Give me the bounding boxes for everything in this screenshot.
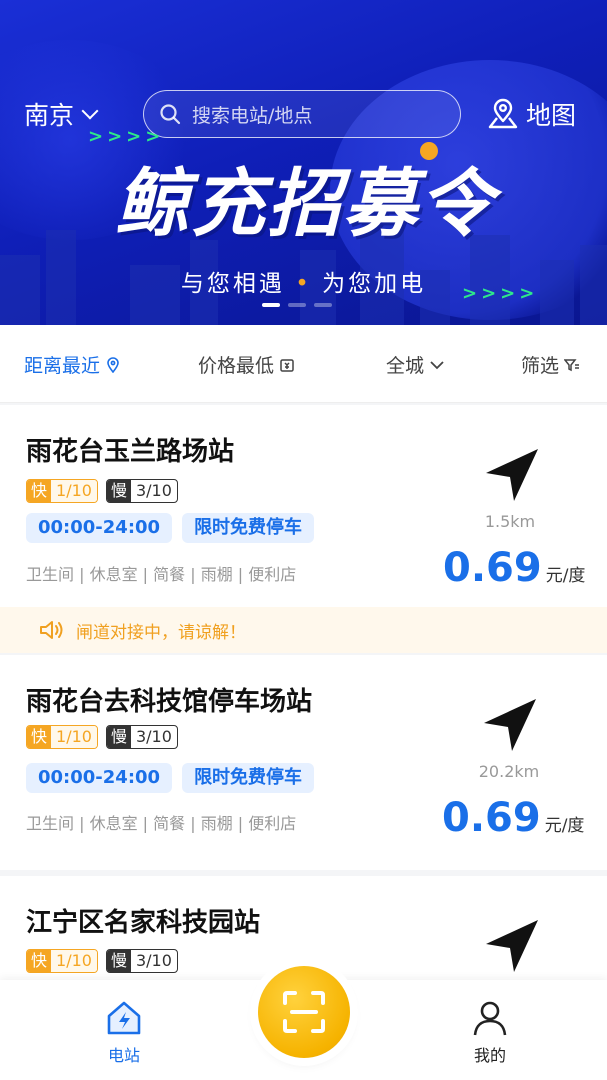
search-icon bbox=[160, 104, 181, 125]
slow-key: 慢 bbox=[106, 950, 131, 972]
fast-count: 1/10 bbox=[51, 480, 97, 502]
chevron-down-icon bbox=[430, 360, 444, 369]
fast-count: 1/10 bbox=[51, 950, 97, 972]
search-input[interactable]: 搜索电站/地点 bbox=[143, 90, 461, 138]
fast-key: 快 bbox=[27, 726, 52, 748]
station-home-icon bbox=[107, 1001, 141, 1035]
promo-banner[interactable]: 南京 搜索电站/地点 地图 >>>> >>>> 鲸充招募令 与您相遇 • 为您加… bbox=[0, 0, 607, 325]
station-name: 雨花台玉兰路场站 bbox=[26, 437, 235, 467]
amenities: 卫生间 | 休息室 | 简餐 | 雨棚 | 便利店 bbox=[26, 565, 297, 584]
distance: 20.2km bbox=[478, 762, 540, 781]
slow-key: 慢 bbox=[106, 726, 131, 748]
user-icon bbox=[473, 1001, 507, 1036]
charger-availability: 快 1/10 慢 3/10 bbox=[26, 949, 178, 973]
filter-city-wide-label: 全城 bbox=[386, 355, 425, 377]
tab-mine-label: 我的 bbox=[473, 1046, 506, 1065]
subtitle-dot: • bbox=[295, 271, 312, 297]
scan-icon bbox=[283, 991, 325, 1033]
filter-cheapest[interactable]: 价格最低 bbox=[198, 351, 295, 378]
slow-charger-badge: 慢 3/10 bbox=[105, 949, 178, 973]
wallet-icon bbox=[280, 358, 294, 372]
slow-charger-badge: 慢 3/10 bbox=[105, 479, 178, 503]
filter-nearest-label: 距离最近 bbox=[24, 355, 101, 377]
city-selector[interactable]: 南京 bbox=[24, 96, 99, 132]
parking-tag: 限时免费停车 bbox=[182, 513, 315, 543]
station-card[interactable]: 雨花台去科技馆停车场站 快 1/10 慢 3/10 00:00-24:00 限时… bbox=[0, 655, 607, 870]
price: 0.69 元/度 bbox=[442, 795, 584, 841]
distance: 1.5km bbox=[484, 512, 536, 531]
slow-charger-badge: 慢 3/10 bbox=[105, 725, 178, 749]
price-value: 0.69 bbox=[443, 545, 542, 591]
amenities: 卫生间 | 休息室 | 简餐 | 雨棚 | 便利店 bbox=[26, 814, 297, 833]
map-button[interactable]: 地图 bbox=[486, 96, 576, 132]
carousel-dot[interactable] bbox=[288, 303, 306, 307]
navigate-icon[interactable] bbox=[482, 445, 542, 505]
charger-availability: 快 1/10 慢 3/10 bbox=[26, 725, 178, 749]
search-placeholder: 搜索电站/地点 bbox=[192, 104, 313, 127]
station-name: 江宁区名家科技园站 bbox=[26, 908, 261, 938]
station-card[interactable]: 雨花台玉兰路场站 快 1/10 慢 3/10 00:00-24:00 限时免费停… bbox=[0, 405, 607, 607]
filter-city-wide[interactable]: 全城 bbox=[386, 351, 445, 378]
slow-key: 慢 bbox=[106, 480, 131, 502]
carousel-dot[interactable] bbox=[314, 303, 332, 307]
filter-label: 筛选 bbox=[521, 355, 560, 377]
price: 0.69 元/度 bbox=[443, 545, 585, 591]
city-label: 南京 bbox=[24, 101, 75, 130]
hours-tag: 00:00-24:00 bbox=[26, 763, 173, 793]
notice-bar: 闸道对接中，请谅解！ bbox=[0, 607, 607, 653]
fast-key: 快 bbox=[27, 480, 52, 502]
tab-station[interactable]: 电站 bbox=[84, 998, 164, 1066]
tab-mine[interactable]: 我的 bbox=[450, 998, 530, 1066]
notice-text: 闸道对接中，请谅解！ bbox=[76, 622, 246, 643]
chevron-down-icon bbox=[81, 102, 99, 120]
funnel-icon bbox=[564, 358, 580, 371]
banner-headline: 鲸充招募令 bbox=[115, 160, 495, 247]
fast-charger-badge: 快 1/10 bbox=[26, 479, 98, 503]
banner-subtitle: 与您相遇 • 为您加电 bbox=[0, 264, 607, 298]
hours-tag: 00:00-24:00 bbox=[26, 513, 173, 543]
fast-charger-badge: 快 1/10 bbox=[26, 725, 98, 749]
tab-station-label: 电站 bbox=[107, 1046, 140, 1065]
location-pin-icon bbox=[107, 356, 119, 373]
station-tags: 00:00-24:00 限时免费停车 bbox=[26, 513, 315, 543]
price-unit: 元/度 bbox=[544, 816, 585, 836]
scan-button[interactable] bbox=[258, 966, 350, 1058]
carousel-dot[interactable] bbox=[262, 303, 280, 307]
parking-tag: 限时免费停车 bbox=[182, 763, 315, 793]
slow-count: 3/10 bbox=[135, 951, 172, 970]
speaker-icon bbox=[40, 621, 63, 639]
charger-availability: 快 1/10 慢 3/10 bbox=[26, 479, 178, 503]
filter-bar: 距离最近 价格最低 全城 筛选 bbox=[0, 325, 607, 403]
subtitle-right: 为您加电 bbox=[322, 271, 427, 297]
station-name: 雨花台去科技馆停车场站 bbox=[26, 687, 313, 717]
navigate-icon[interactable] bbox=[480, 695, 540, 755]
map-pin-icon bbox=[488, 98, 518, 129]
slow-count: 3/10 bbox=[135, 481, 172, 500]
price-value: 0.69 bbox=[442, 795, 541, 841]
map-label: 地图 bbox=[526, 101, 577, 130]
filter-button[interactable]: 筛选 bbox=[521, 351, 580, 378]
fast-charger-badge: 快 1/10 bbox=[26, 949, 98, 973]
navigate-icon[interactable] bbox=[482, 916, 542, 976]
fast-count: 1/10 bbox=[51, 726, 97, 748]
filter-nearest[interactable]: 距离最近 bbox=[24, 351, 121, 378]
station-card[interactable]: 江宁区名家科技园站 快 1/10 慢 3/10 bbox=[0, 876, 607, 980]
slow-count: 3/10 bbox=[135, 727, 172, 746]
subtitle-left: 与您相遇 bbox=[180, 271, 285, 297]
filter-cheapest-label: 价格最低 bbox=[198, 355, 275, 377]
station-tags: 00:00-24:00 限时免费停车 bbox=[26, 763, 315, 793]
carousel-indicators bbox=[262, 303, 332, 307]
price-unit: 元/度 bbox=[545, 566, 586, 586]
fast-key: 快 bbox=[27, 950, 52, 972]
